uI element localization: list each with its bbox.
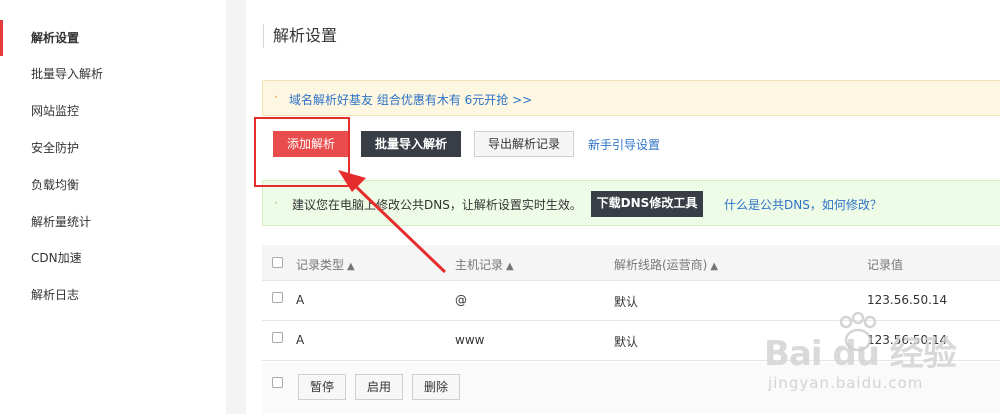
record-type: A [296,293,305,307]
highlight-annotation-box [254,117,350,187]
sort-up-icon[interactable]: ▲ [506,261,514,272]
sidebar-item-security[interactable]: 安全防护 [0,130,226,166]
record-line: 默认 [614,295,639,309]
sort-up-icon[interactable]: ▲ [710,261,718,272]
column-header-value: 记录值 [867,258,904,272]
row-checkbox[interactable] [272,332,283,343]
column-header-line[interactable]: 解析线路(运营商) ▲ [614,256,718,273]
delete-button[interactable]: 删除 [412,374,461,400]
enable-button[interactable]: 启用 [355,374,404,400]
sidebar-item-cdn[interactable]: CDN加速 [0,240,226,276]
sidebar: 解析设置 批量导入解析 网站监控 安全防护 负载均衡 解析量统计 CDN加速 解… [0,0,226,414]
column-header-type[interactable]: 记录类型 ▲ [296,256,355,273]
select-all-checkbox[interactable] [272,257,283,268]
sidebar-item-dns-settings[interactable]: 解析设置 [0,20,226,56]
row-checkbox[interactable] [272,292,283,303]
guide-settings-link[interactable]: 新手引导设置 [588,136,660,153]
export-records-button[interactable]: 导出解析记录 [474,131,574,157]
record-type: A [296,333,305,347]
download-dns-tool-button[interactable]: 下载DNS修改工具 [591,191,703,217]
promo-notice: · 域名解析好基友 组合优惠有木有 6元开抢 >> [262,80,1000,116]
pause-button[interactable]: 暂停 [298,374,347,400]
baidu-watermark: Bai du 经验 jingyan.baidu.com [764,312,1000,402]
dns-tip-text: 建议您在电脑上修改公共DNS，让解析设置实时生效。 [292,198,582,212]
batch-select-checkbox[interactable] [272,377,283,388]
record-host: @ [455,293,467,307]
sidebar-item-batch-import[interactable]: 批量导入解析 [0,56,226,92]
sidebar-item-stats[interactable]: 解析量统计 [0,204,226,240]
batch-import-button[interactable]: 批量导入解析 [361,131,461,157]
record-line: 默认 [614,335,639,349]
sidebar-item-logs[interactable]: 解析日志 [0,277,226,313]
record-host: www [455,333,485,347]
sidebar-item-load-balance[interactable]: 负载均衡 [0,167,226,203]
what-is-public-dns-link[interactable]: 什么是公共DNS，如何修改？ [724,196,882,213]
promo-link[interactable]: 域名解析好基友 组合优惠有木有 6元开抢 >> [289,91,532,108]
column-header-host[interactable]: 主机记录 ▲ [455,256,514,273]
page-title: 解析设置 [263,24,337,48]
dns-tip-banner: · 建议您在电脑上修改公共DNS，让解析设置实时生效。 下载DNS修改工具 什么… [262,180,1000,226]
sidebar-item-site-monitor[interactable]: 网站监控 [0,93,226,129]
table-header-row: 记录类型 ▲ 主机记录 ▲ 解析线路(运营商) ▲ 记录值 [262,245,1000,281]
paw-logo-icon [839,312,877,352]
watermark-url: jingyan.baidu.com [768,374,924,392]
tip-bullet: · [274,196,278,210]
notice-bullet: · [274,90,278,104]
sort-up-icon[interactable]: ▲ [347,261,355,272]
record-value: 123.56.50.14 [867,293,948,307]
